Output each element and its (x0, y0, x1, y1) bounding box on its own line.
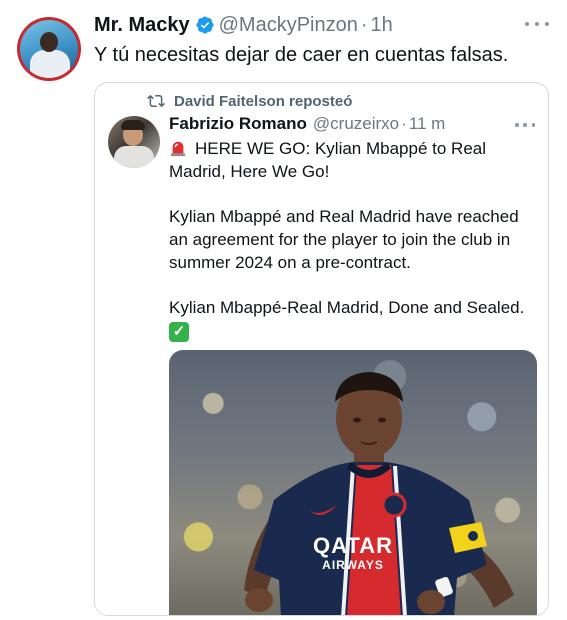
quoted-tweet-text: HERE WE GO: Kylian Mbappé to Real Madrid… (169, 137, 539, 342)
quoted-tweet-card[interactable]: David Faitelson reposteó Fabrizio Romano… (94, 82, 549, 616)
user-handle[interactable]: @MackyPinzon (219, 14, 358, 37)
quoted-paragraph-2-line-3: summer 2024 on a pre-contract. (169, 253, 411, 272)
quoted-paragraph-3: Kylian Mbappé-Real Madrid, Done and Seal… (169, 298, 525, 317)
tweet-header: Mr. Macky @MackyPinzon · 1h (94, 12, 393, 38)
quoted-text-line: HERE WE GO: Kylian Mbappé to Real (169, 137, 539, 160)
check-mark-emoji-icon: ✓ (169, 322, 189, 342)
timestamp[interactable]: 1h (371, 14, 393, 37)
repost-context: David Faitelson reposteó (147, 92, 352, 110)
quoted-tweet-header: Fabrizio Romano @cruzeirxo · 11 m (169, 114, 445, 134)
quoted-line-2: Madrid, Here We Go! (169, 162, 330, 181)
sponsor-line-2: AIRWAYS (322, 558, 384, 572)
quoted-tweet-photo[interactable]: QATAR AIRWAYS (169, 350, 537, 615)
quoted-user-avatar[interactable] (108, 116, 160, 168)
repost-icon (147, 94, 165, 108)
tweet-card[interactable]: Mr. Macky @MackyPinzon · 1h Y tú necesit… (0, 0, 567, 620)
quoted-line-1: HERE WE GO: Kylian Mbappé to Real (195, 139, 487, 158)
quoted-timestamp[interactable]: 11 m (409, 114, 446, 134)
tweet-text: Y tú necesitas dejar de caer en cuentas … (94, 44, 509, 66)
quoted-paragraph-2-line-2: an agreement for the player to join the … (169, 230, 511, 249)
quoted-user-handle[interactable]: @cruzeirxo (313, 114, 399, 134)
more-icon[interactable] (525, 14, 549, 34)
sponsor-line-1: QATAR (313, 533, 393, 558)
user-avatar[interactable] (17, 17, 81, 81)
verified-badge-icon (196, 16, 214, 34)
player-illustration (244, 372, 514, 615)
separator-dot: · (401, 114, 407, 133)
more-icon[interactable] (515, 122, 535, 128)
display-name[interactable]: Mr. Macky (94, 14, 190, 37)
avatar-image (20, 20, 78, 78)
quoted-paragraph-2-line-1: Kylian Mbappé and Real Madrid have reach… (169, 207, 519, 226)
separator-dot: · (360, 13, 368, 36)
shirt-sponsor: QATAR AIRWAYS (308, 533, 398, 572)
siren-emoji-icon (170, 141, 186, 157)
quoted-display-name[interactable]: Fabrizio Romano (169, 114, 307, 134)
reposted-by-label[interactable]: David Faitelson reposteó (174, 93, 352, 110)
